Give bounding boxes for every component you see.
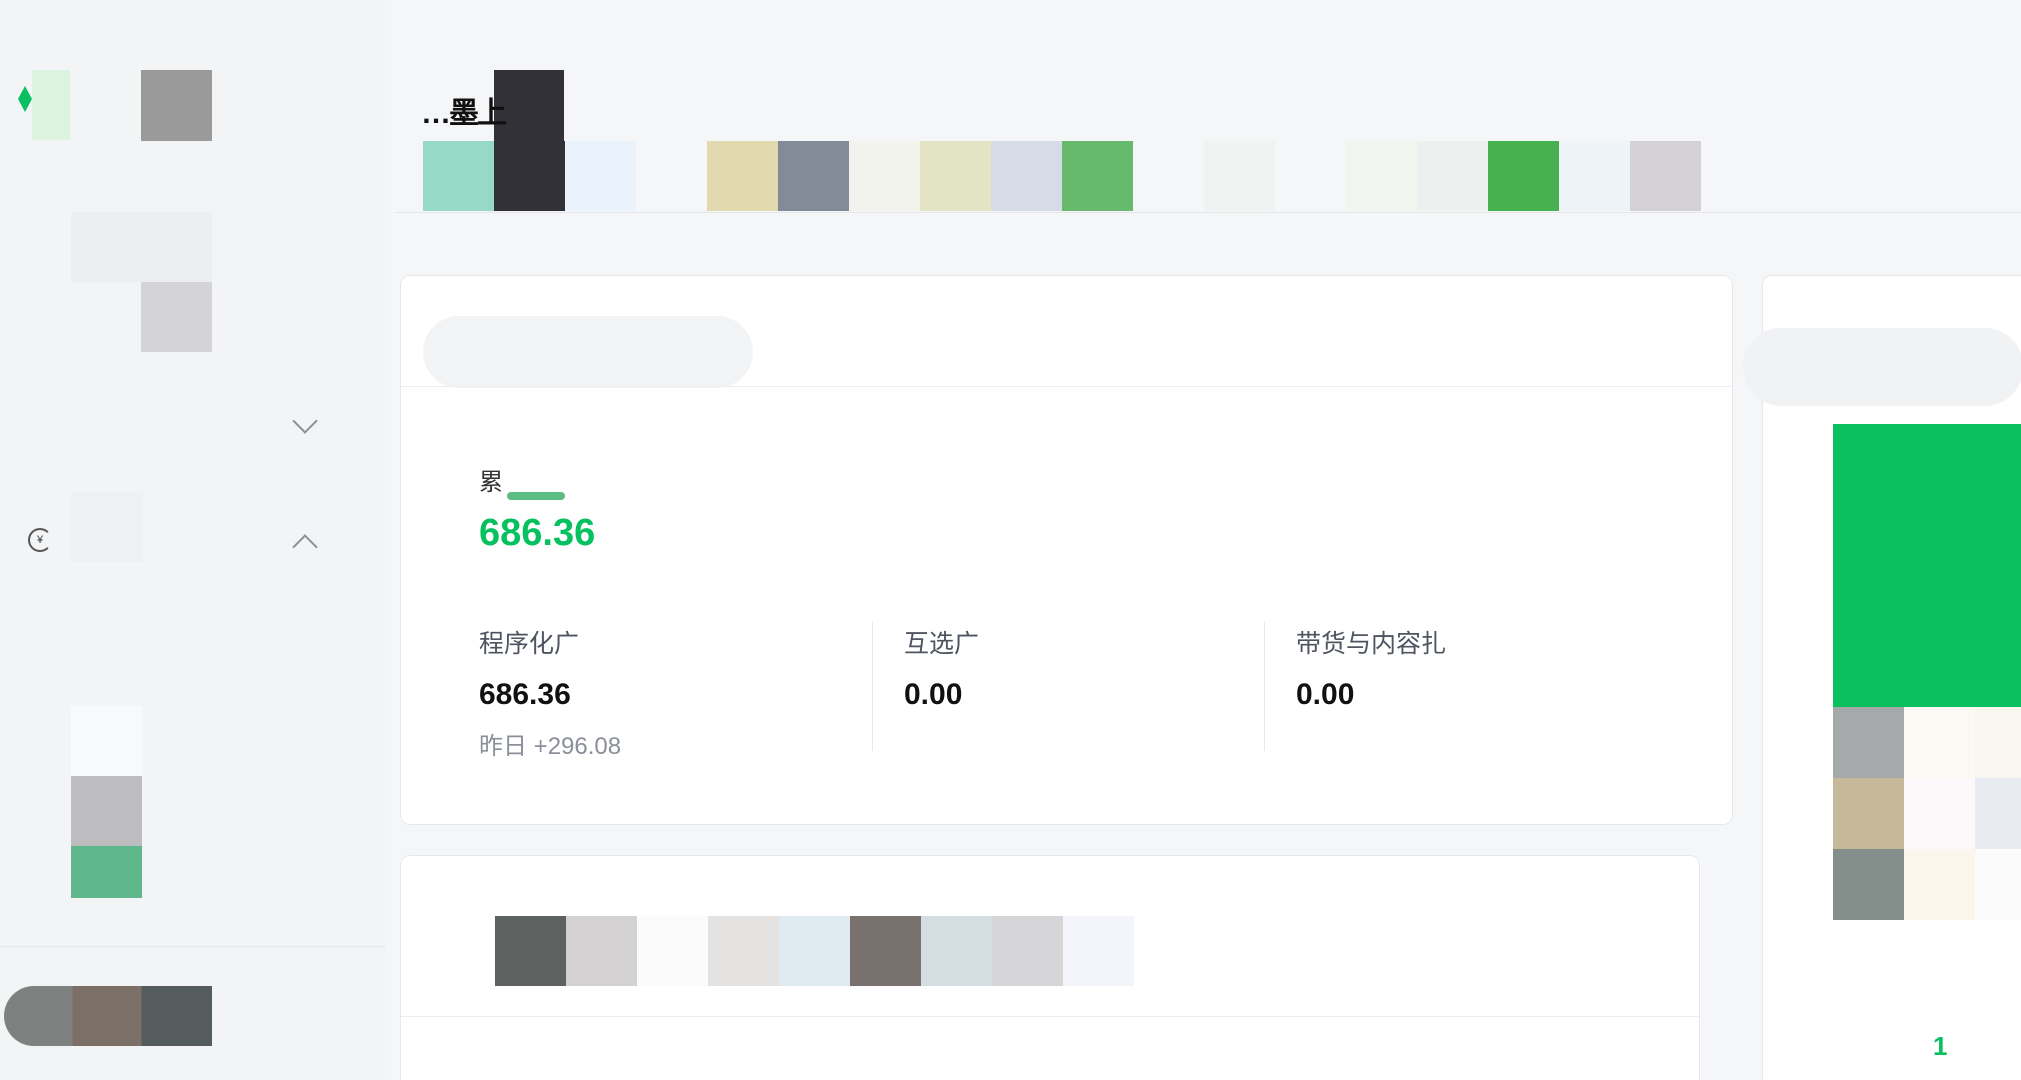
tab-item-16[interactable] <box>1559 141 1630 211</box>
header-divider <box>394 212 2021 213</box>
tab-item-3[interactable] <box>636 141 707 211</box>
tab-item-3[interactable] <box>708 916 779 986</box>
mosaic-cell <box>1904 849 1975 920</box>
total-revenue-label: 累 <box>479 469 503 496</box>
tab-item-8[interactable] <box>1063 916 1134 986</box>
total-revenue-value: 686.36 <box>479 512 596 554</box>
mosaic-cell <box>1904 778 1975 849</box>
stat-value: 0.00 <box>1296 678 1355 711</box>
card-toolbar[interactable] <box>495 916 1134 986</box>
tab-item-8[interactable] <box>991 141 1062 211</box>
user-avatar[interactable] <box>4 986 212 1046</box>
sidebar: ¥ <box>0 0 385 1080</box>
yesterday-label: 昨日 <box>479 733 527 760</box>
sidebar-item-finance[interactable] <box>71 492 143 562</box>
tab-item-5[interactable] <box>778 141 849 211</box>
panel-title <box>1743 328 2021 406</box>
label-highlight <box>507 492 565 500</box>
sidebar-item-icon <box>141 282 212 352</box>
mosaic-cell <box>1833 778 1904 849</box>
chevron-up-icon[interactable] <box>292 534 318 560</box>
account-avatar[interactable] <box>141 70 212 141</box>
tab-item-14[interactable] <box>1417 141 1488 211</box>
card-divider <box>401 386 1732 387</box>
mosaic-cell <box>1904 707 1975 778</box>
mosaic-cell <box>1975 778 2021 849</box>
sidebar-subitem[interactable] <box>71 706 142 776</box>
header-title: …墨上 <box>421 97 507 130</box>
tab-item-6[interactable] <box>921 916 992 986</box>
stat-value: 686.36 <box>479 678 571 711</box>
mosaic-cell <box>1975 849 2021 920</box>
card-divider <box>401 1016 1699 1017</box>
card-title <box>423 316 753 388</box>
tab-item-7[interactable] <box>920 141 991 211</box>
tab-item-15[interactable] <box>1488 141 1559 211</box>
tab-item-1[interactable] <box>494 141 565 211</box>
sidebar-divider <box>0 946 385 947</box>
stat-label: 互选广 <box>904 630 980 658</box>
tab-item-5[interactable] <box>850 916 921 986</box>
tab-item-7[interactable] <box>992 916 1063 986</box>
stat-divider <box>1264 621 1265 751</box>
sidebar-item-home[interactable] <box>71 212 212 282</box>
secondary-card <box>400 855 1700 1080</box>
right-panel: 1 <box>1743 275 2021 1080</box>
logo-tile <box>32 70 70 140</box>
revenue-overview-card: 累 686.36 程序化广 686.36 昨日 +296.08 互选广 0.00… <box>400 275 1733 825</box>
tab-item-1[interactable] <box>566 916 637 986</box>
tab-item-17[interactable] <box>1630 141 1701 211</box>
currency-icon: ¥ <box>28 528 52 552</box>
tab-item-2[interactable] <box>565 141 636 211</box>
tab-item-13[interactable] <box>1346 141 1417 211</box>
tab-item-4[interactable] <box>707 141 778 211</box>
chevron-down-icon[interactable] <box>292 408 318 434</box>
stat-value: 0.00 <box>904 678 963 711</box>
tab-item-0[interactable] <box>423 141 494 211</box>
qr-mosaic <box>1833 707 2021 920</box>
app-window: ¥ …墨上 累 686.36 程序化广 686.36 昨日 +296.08 互选… <box>0 0 2021 1080</box>
sidebar-subitem-active[interactable] <box>71 846 142 898</box>
sidebar-subitem[interactable] <box>71 776 142 846</box>
tab-item-6[interactable] <box>849 141 920 211</box>
stat-label: 带货与内容扎 <box>1296 630 1447 658</box>
header-nav-tabs[interactable] <box>423 141 1701 211</box>
stat-label: 程序化广 <box>479 630 580 658</box>
mosaic-cell <box>1833 707 1904 778</box>
stat-programmatic: 程序化广 686.36 昨日 +296.08 <box>479 624 621 761</box>
tab-item-10[interactable] <box>1133 141 1204 211</box>
page-indicator[interactable]: 1 <box>1933 1031 1947 1062</box>
mosaic-cell <box>1833 849 1904 920</box>
stat-divider <box>872 621 873 751</box>
tab-item-9[interactable] <box>1062 141 1133 211</box>
tab-item-11[interactable] <box>1204 141 1275 211</box>
stat-commerce-content: 带货与内容扎 0.00 <box>1296 624 1446 712</box>
stat-mutual-selection: 互选广 0.00 <box>904 624 979 712</box>
tab-item-4[interactable] <box>779 916 850 986</box>
tab-item-2[interactable] <box>637 916 708 986</box>
tab-item-0[interactable] <box>495 916 566 986</box>
promo-banner[interactable] <box>1833 424 2021 707</box>
tab-item-12[interactable] <box>1275 141 1346 211</box>
stat-yesterday: 昨日 +296.08 <box>479 726 621 761</box>
yesterday-delta: +296.08 <box>533 733 622 760</box>
logo-icon <box>18 86 32 112</box>
mosaic-cell <box>1975 707 2021 778</box>
